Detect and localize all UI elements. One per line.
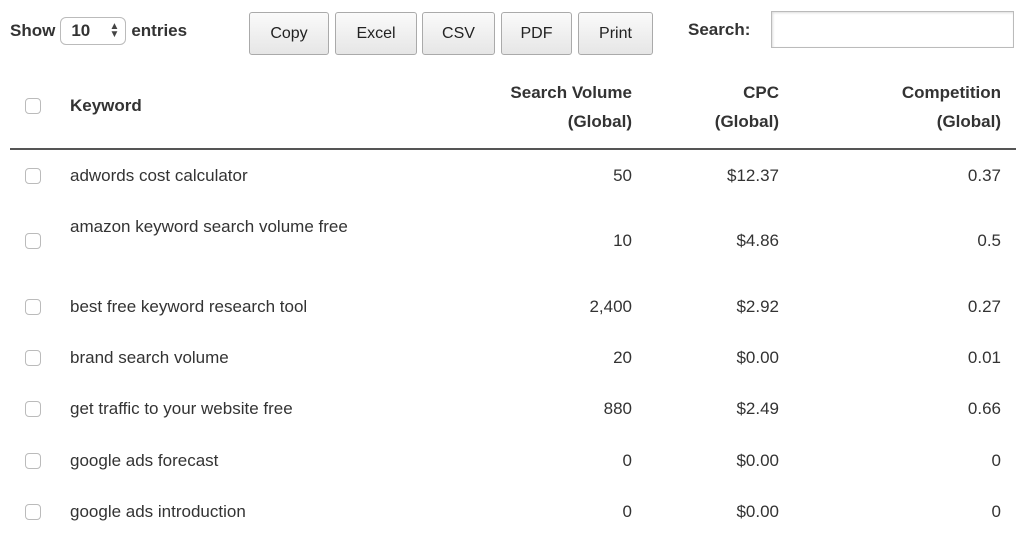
cpc-cell: $0.00 [736,502,779,521]
search-label: Search: [688,20,751,39]
header-cpc-line2: (Global) [714,112,779,131]
copy-button[interactable]: Copy [249,12,329,55]
header-competition-line2: (Global) [936,112,1001,131]
header-competition-line1: Competition [901,83,1001,102]
table-row: get traffic to your website free 880 $2.… [0,383,1024,435]
pdf-button[interactable]: PDF [501,12,572,55]
csv-button[interactable]: CSV [422,12,495,55]
select-all-checkbox[interactable] [25,98,41,114]
table-controls: Show 10 ▲ ▼ entries Copy Excel CSV PDF Pr… [0,0,1024,60]
cpc-cell: $2.92 [736,297,779,316]
row-checkbox[interactable] [25,168,41,184]
table-row: google ads introduction 0 $0.00 0 [0,486,1024,538]
search-volume-cell: 2,400 [589,297,632,316]
competition-cell: 0 [991,451,1001,470]
keyword-cell: amazon keyword search volume free [70,217,348,236]
keyword-cell: google ads introduction [70,502,246,521]
competition-cell: 0.37 [967,166,1001,185]
row-checkbox[interactable] [25,453,41,469]
table-row: adwords cost calculator 50 $12.37 0.37 [0,150,1024,202]
row-checkbox[interactable] [25,401,41,417]
header-competition[interactable]: Competition (Global) [902,78,1001,136]
search-volume-cell: 20 [613,348,632,367]
search-volume-cell: 880 [603,399,632,418]
competition-cell: 0.27 [967,297,1001,316]
search-volume-cell: 50 [613,166,632,185]
row-checkbox[interactable] [25,299,41,315]
keyword-cell: adwords cost calculator [70,166,248,185]
competition-cell: 0 [991,502,1001,521]
entries-value: 10 [71,21,91,40]
header-keyword[interactable]: Keyword [70,91,380,120]
competition-cell: 0.66 [967,399,1001,418]
keyword-cell: best free keyword research tool [70,297,308,316]
show-label: Show [10,21,56,40]
excel-button[interactable]: Excel [335,12,417,55]
row-checkbox[interactable] [25,233,41,249]
header-cpc-line1: CPC [743,83,779,102]
cpc-cell: $12.37 [727,166,779,185]
entries-select[interactable]: 10 ▲ ▼ [60,17,127,45]
search-input[interactable] [771,11,1014,48]
keyword-cell: get traffic to your website free [70,399,293,418]
entries-label: entries [131,21,188,40]
cpc-cell: $0.00 [736,348,779,367]
search-volume-cell: 0 [622,502,632,521]
header-search-volume[interactable]: Search Volume (Global) [510,78,632,136]
entries-length-control: Show 10 ▲ ▼ entries [10,17,187,45]
keyword-cell: google ads forecast [70,451,219,470]
cpc-cell: $2.49 [736,399,779,418]
cpc-cell: $4.86 [736,231,779,250]
cpc-cell: $0.00 [736,451,779,470]
table-header: Keyword Search Volume (Global) CPC (Glob… [0,78,1024,150]
keyword-cell: brand search volume [70,348,229,367]
competition-cell: 0.5 [977,231,1001,250]
table-row: google ads forecast 0 $0.00 0 [0,435,1024,487]
table-row: brand search volume 20 $0.00 0.01 [0,332,1024,384]
print-button[interactable]: Print [578,12,653,55]
row-checkbox[interactable] [25,350,41,366]
table-row: best free keyword research tool 2,400 $2… [0,281,1024,333]
table-row: amazon keyword search volume free 10 $4.… [0,215,1024,267]
header-search-volume-line2: (Global) [567,112,632,131]
row-checkbox[interactable] [25,504,41,520]
header-search-volume-line1: Search Volume [510,83,632,102]
stepper-arrows-icon: ▲ ▼ [109,21,120,40]
competition-cell: 0.01 [967,348,1001,367]
search-volume-cell: 0 [622,451,632,470]
search-volume-cell: 10 [613,231,632,250]
header-cpc[interactable]: CPC (Global) [715,78,779,136]
